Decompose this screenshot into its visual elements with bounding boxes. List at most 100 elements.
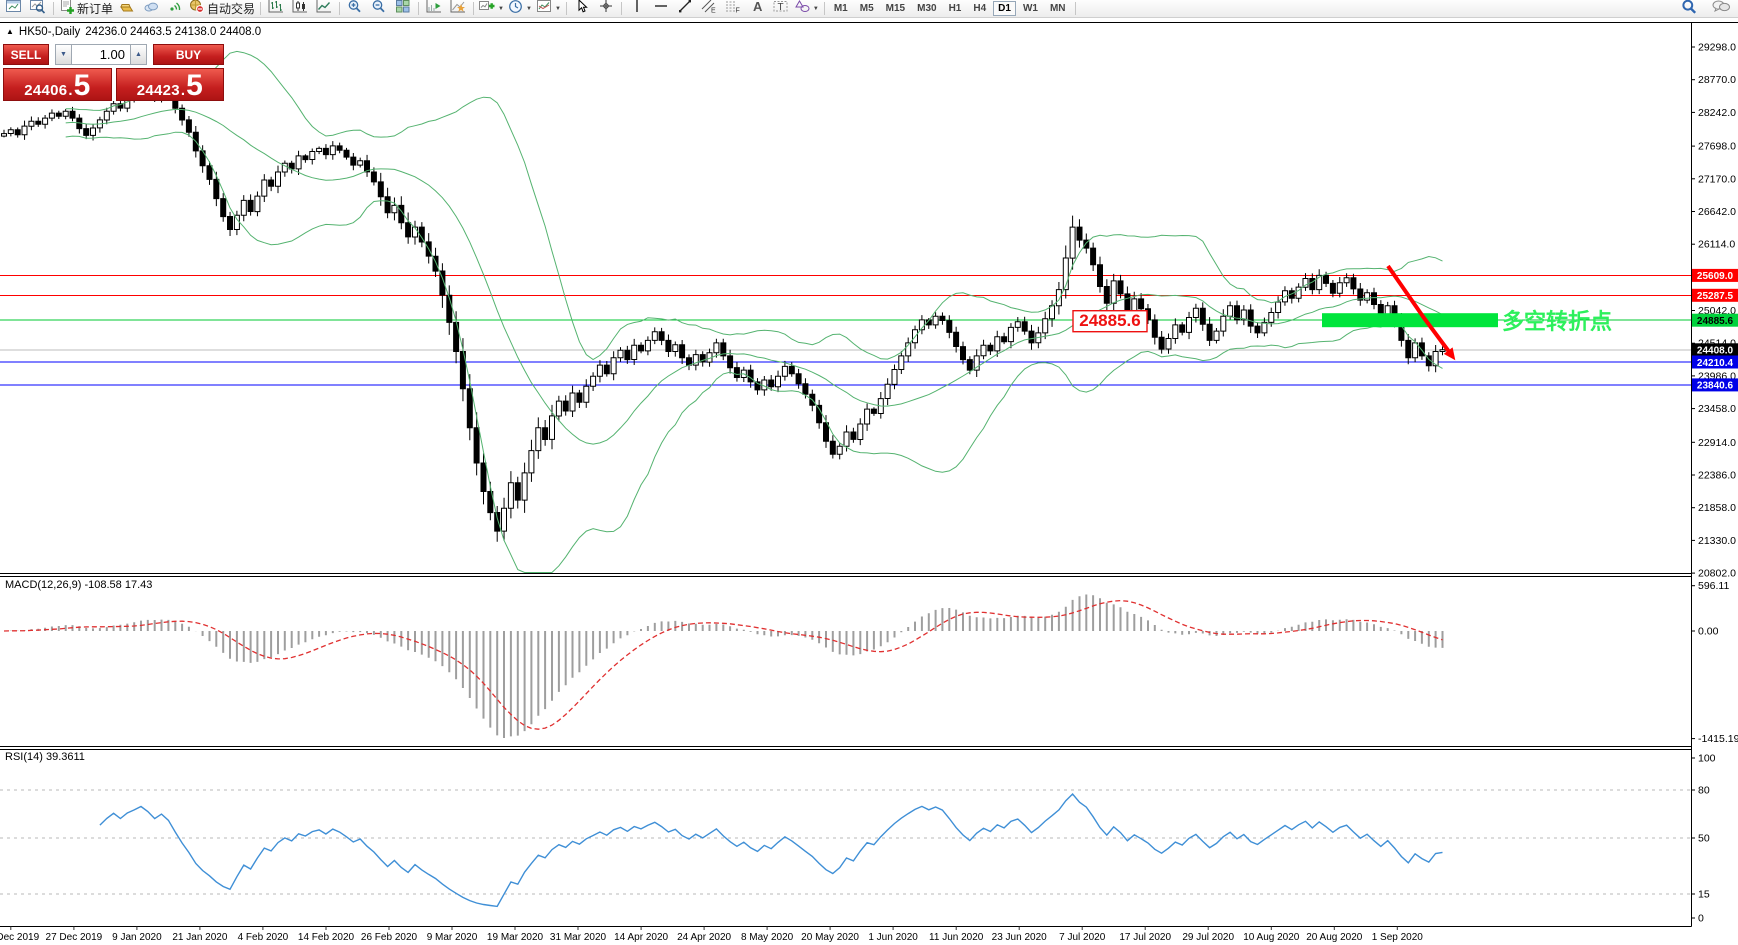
trendline-button[interactable] (673, 0, 697, 17)
horizontal-line-button[interactable] (649, 1, 673, 17)
volume-increase-button[interactable]: ▲ (130, 44, 147, 65)
market-watch-icon (119, 0, 135, 18)
period-button[interactable]: ▼ (506, 0, 534, 17)
svg-text:27 Dec 2019: 27 Dec 2019 (46, 932, 103, 943)
tick-chart-button[interactable] (26, 0, 50, 17)
chevron-down-icon[interactable]: ▼ (555, 6, 561, 12)
text-label-icon: T (773, 0, 788, 18)
macd-histogram (9, 594, 1444, 738)
timeframe-M15[interactable]: M15 (881, 1, 910, 16)
timeframe-W1[interactable]: W1 (1018, 1, 1043, 16)
cursor-button[interactable] (570, 0, 594, 17)
svg-text:29298.0: 29298.0 (1698, 42, 1736, 54)
svg-text:20 Aug 2020: 20 Aug 2020 (1306, 932, 1363, 943)
bars-chart-button[interactable] (264, 0, 288, 18)
symbol-period-label: HK50-,Daily (18, 26, 81, 38)
shapes-button[interactable]: ▼ (793, 0, 821, 18)
line-chart-icon (316, 0, 332, 18)
svg-text:0: 0 (1698, 913, 1704, 925)
svg-text:24408.0: 24408.0 (1697, 346, 1734, 357)
svg-text:T: T (778, 2, 784, 13)
svg-text:A: A (753, 0, 763, 13)
turning-point-zone[interactable] (1322, 313, 1498, 328)
market-watch-button[interactable] (115, 1, 139, 17)
buy-price-button[interactable]: 24423. 5 (115, 68, 224, 101)
chart-window-button[interactable] (2, 0, 26, 17)
templates-button[interactable]: ▼ (534, 0, 563, 17)
auto-trading-button[interactable]: 自动交易 (187, 0, 257, 17)
vertical-line-button[interactable] (625, 0, 649, 17)
timeframe-H1[interactable]: H1 (944, 1, 967, 16)
sell-button[interactable]: SELL (3, 44, 49, 65)
crosshair-button[interactable] (594, 0, 618, 18)
svg-text:9 Mar 2020: 9 Mar 2020 (427, 932, 478, 943)
objects-list-button[interactable] (446, 0, 470, 17)
search-icon (1681, 0, 1697, 20)
terminal-button[interactable] (139, 1, 163, 17)
timeframe-M30[interactable]: M30 (912, 1, 941, 16)
timeframe-M1[interactable]: M1 (829, 1, 853, 16)
crosshair-icon (599, 0, 613, 18)
chat-button[interactable] (1709, 0, 1733, 17)
new-chart-button[interactable]: ▼ (477, 1, 506, 17)
indicators-window-button[interactable] (422, 0, 446, 18)
candles-chart-icon (292, 0, 308, 18)
tile-windows-button[interactable] (391, 0, 415, 17)
sell-price-main: 24406 (24, 82, 68, 100)
volume-decrease-button[interactable]: ▼ (55, 44, 72, 65)
timeframe-M5[interactable]: M5 (855, 1, 879, 16)
text-label-button[interactable]: T (769, 1, 793, 17)
indicators-window-icon (426, 0, 442, 18)
buy-button[interactable]: BUY (153, 44, 224, 65)
new-chart-icon (479, 0, 495, 18)
svg-text:25609.0: 25609.0 (1697, 271, 1734, 282)
candlesticks[interactable] (1, 87, 1446, 542)
zoom-out-button[interactable] (367, 0, 391, 17)
new-order-icon (59, 0, 75, 19)
chevron-down-icon[interactable]: ▼ (526, 6, 532, 12)
svg-text:26642.0: 26642.0 (1698, 206, 1736, 218)
toolbar-separator (823, 2, 825, 15)
svg-text:17 Jul 2020: 17 Jul 2020 (1119, 932, 1171, 943)
svg-text:21330.0: 21330.0 (1698, 535, 1736, 547)
svg-text:8 May 2020: 8 May 2020 (741, 932, 794, 943)
turning-point-annotation[interactable]: 多空转折点 (1502, 309, 1612, 334)
svg-text:10 Aug 2020: 10 Aug 2020 (1243, 932, 1300, 943)
sell-price-button[interactable]: 24406. 5 (3, 68, 112, 101)
toolbar-separator (53, 2, 54, 15)
line-chart-button[interactable] (312, 0, 336, 18)
chevron-down-icon[interactable]: ▼ (498, 6, 504, 12)
search-button[interactable] (1677, 0, 1701, 20)
candles-chart-button[interactable] (288, 0, 312, 18)
shapes-icon (795, 0, 810, 18)
buy-price-main: 24423 (136, 82, 180, 100)
collapse-panel-icon[interactable]: ▲ (6, 28, 14, 36)
toolbar-separator (339, 2, 341, 15)
chart-frame (0, 22, 1738, 927)
svg-text:22914.0: 22914.0 (1698, 437, 1736, 449)
equidistant-channel-button[interactable]: E (697, 0, 721, 17)
price-axis[interactable]: 29298.0 28770.0 28242.0 27698.0 27170.0 26642… (1691, 42, 1737, 580)
date-axis[interactable]: 13 Dec 2019 27 Dec 2019 9 Jan 2020 21 Jan 2… (0, 926, 1423, 944)
svg-text:27698.0: 27698.0 (1698, 141, 1736, 153)
signals-button[interactable] (163, 1, 187, 17)
one-click-trading-panel: SELL ▼ ▲ BUY 24406.5 24423.5 (3, 44, 224, 101)
svg-text:E: E (711, 8, 716, 14)
new-order-button[interactable]: 新订单 (57, 0, 115, 19)
svg-text:27170.0: 27170.0 (1698, 173, 1736, 185)
zoom-in-button[interactable] (343, 0, 367, 17)
svg-text:1 Jun 2020: 1 Jun 2020 (868, 932, 918, 943)
bars-chart-icon (268, 0, 284, 18)
timeframe-H4[interactable]: H4 (968, 1, 991, 16)
svg-text:80: 80 (1698, 785, 1710, 797)
price-flag[interactable]: 24885.6 (1072, 310, 1148, 333)
text-button[interactable]: A (745, 0, 769, 17)
timeframe-D1[interactable]: D1 (993, 1, 1016, 16)
chevron-down-icon[interactable]: ▼ (813, 6, 819, 12)
volume-input[interactable] (72, 44, 130, 65)
chart-canvas[interactable]: 24885.6 多空转折点 596.11 0.00 -1415.19 100 80 50 15 0… (0, 0, 1738, 945)
ohlc-values: 24236.0 24463.5 24138.0 24408.0 (85, 26, 262, 38)
fibonacci-button[interactable]: F (721, 1, 745, 17)
timeframe-MN[interactable]: MN (1045, 1, 1071, 16)
svg-text:11 Jun 2020: 11 Jun 2020 (929, 932, 984, 943)
